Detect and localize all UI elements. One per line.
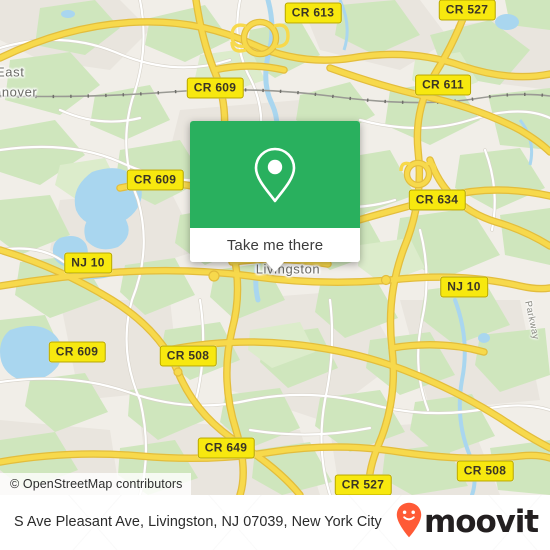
moovit-location-screenshot: CR 613 CR 527 CR 609 CR 611 CR 609 CR 63… xyxy=(0,0,550,550)
shield-cr-508-mid: CR 508 xyxy=(159,345,217,367)
shield-cr-508-bottom: CR 508 xyxy=(456,460,514,482)
callout-card: Take me there xyxy=(190,121,360,262)
shield-cr-613: CR 613 xyxy=(284,2,342,24)
shield-cr-609-low: CR 609 xyxy=(48,341,106,363)
moovit-logo[interactable]: moovit xyxy=(396,502,539,543)
shield-cr-609-mid: CR 609 xyxy=(126,169,184,191)
take-me-there-button[interactable]: Take me there xyxy=(190,228,360,262)
shield-cr-609-top: CR 609 xyxy=(186,77,244,99)
moovit-wordmark: moovit xyxy=(424,504,539,540)
shield-cr-611: CR 611 xyxy=(415,74,471,96)
location-callout[interactable]: Take me there xyxy=(190,121,360,272)
place-label-east-hanover-line1: East xyxy=(0,64,25,80)
shield-nj-10-east: NJ 10 xyxy=(440,276,488,298)
shield-cr-527-bottom: CR 527 xyxy=(334,474,392,495)
callout-hero xyxy=(190,121,360,228)
callout-pointer xyxy=(266,262,284,272)
shield-cr-527-top: CR 527 xyxy=(438,0,496,21)
map-pin-icon xyxy=(254,147,296,202)
footer-bar: S Ave Pleasant Ave, Livingston, NJ 07039… xyxy=(0,495,550,550)
address-text: S Ave Pleasant Ave, Livingston, NJ 07039… xyxy=(14,514,382,530)
place-label-east-hanover-line2: Hanover xyxy=(0,84,38,100)
osm-attribution[interactable]: © OpenStreetMap contributors xyxy=(0,473,191,495)
shield-nj-10-west: NJ 10 xyxy=(64,252,112,274)
take-me-there-label: Take me there xyxy=(226,236,324,254)
shield-cr-634: CR 634 xyxy=(408,189,466,211)
moovit-smiley-pin-icon xyxy=(396,502,422,543)
shield-cr-649: CR 649 xyxy=(197,437,255,459)
